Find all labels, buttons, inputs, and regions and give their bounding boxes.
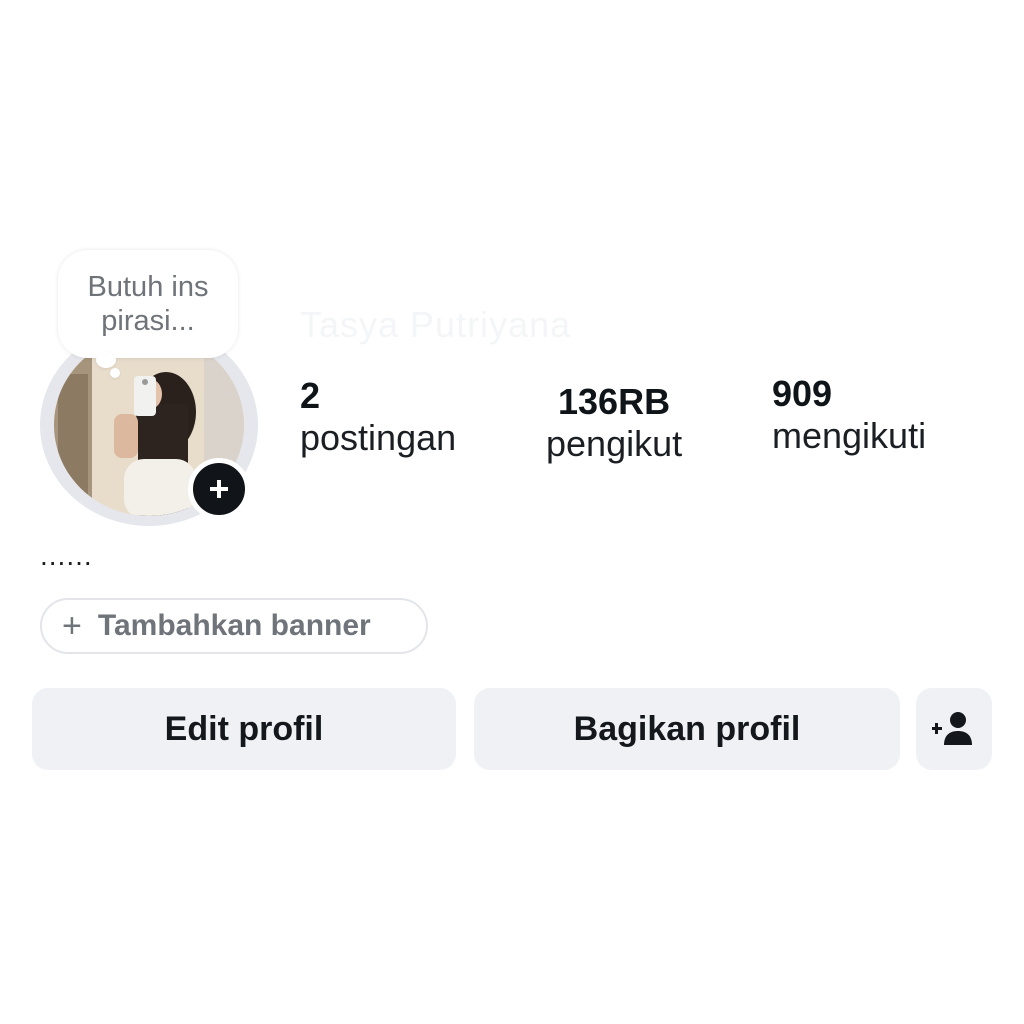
note-bubble-tail xyxy=(96,352,116,368)
plus-icon: + xyxy=(62,607,82,645)
edit-profile-button[interactable]: Edit profil xyxy=(32,688,456,770)
display-name: Tasya Putriyana xyxy=(300,304,572,345)
followers-stat[interactable]: 136RB pengikut xyxy=(546,382,682,466)
following-label: mengikuti xyxy=(772,415,927,456)
followers-label: pengikut xyxy=(546,423,683,464)
note-bubble[interactable]: Butuh ins pirasi... xyxy=(58,250,238,358)
note-bubble-tail-small xyxy=(110,368,120,378)
followers-count: 136RB xyxy=(558,381,671,422)
discover-people-button[interactable] xyxy=(916,688,992,770)
posts-stat[interactable]: 2 postingan xyxy=(300,376,456,460)
share-profile-label: Bagikan profil xyxy=(573,709,801,748)
add-story-button[interactable] xyxy=(188,458,250,520)
edit-profile-label: Edit profil xyxy=(164,709,324,748)
profile-header: Butuh ins pirasi... Tasya Putriyana 2 po xyxy=(0,0,1024,1024)
following-stat[interactable]: 909 mengikuti xyxy=(772,374,926,458)
plus-icon xyxy=(210,480,228,498)
add-banner-label: Tambahkan banner xyxy=(97,609,371,642)
add-banner-button[interactable]: + Tambahkan banner xyxy=(40,598,428,654)
note-text: Butuh ins pirasi... xyxy=(87,271,209,337)
share-profile-button[interactable]: Bagikan profil xyxy=(474,688,900,770)
add-person-icon xyxy=(932,712,972,745)
bio-text: ...... xyxy=(40,540,93,571)
following-count: 909 xyxy=(772,373,833,414)
posts-count: 2 xyxy=(300,375,321,416)
posts-label: postingan xyxy=(300,417,457,458)
